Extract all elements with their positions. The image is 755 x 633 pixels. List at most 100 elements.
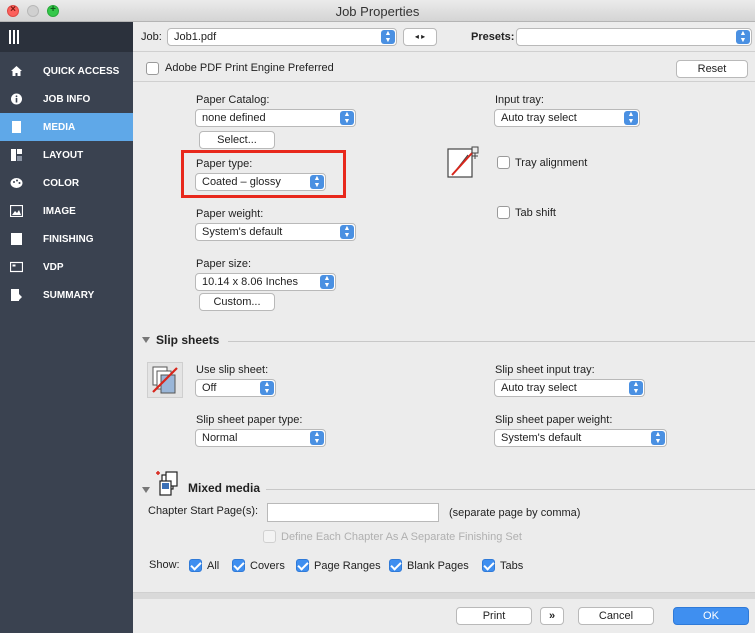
sidebar-header: [0, 22, 133, 52]
input-tray-value: Auto tray select: [501, 112, 577, 124]
paper-catalog-select[interactable]: none defined ▲ ▼: [195, 109, 356, 127]
chevron-updown-icon: ▲ ▼: [260, 381, 274, 395]
sidebar-item-finishing[interactable]: FINISHING: [0, 225, 133, 253]
chevron-updown-icon: ▲ ▼: [310, 431, 324, 445]
sidebar-item-job-info[interactable]: JOB INFO: [0, 85, 133, 113]
job-prev-next-stepper[interactable]: ◂ ▸: [403, 28, 437, 46]
use-slip-sheet-value: Off: [202, 382, 217, 394]
tray-alignment-label: Tray alignment: [515, 157, 588, 169]
mixed-media-header: Mixed media: [188, 481, 261, 495]
show-blank-pages-checkbox[interactable]: [389, 559, 402, 572]
show-covers-label: Covers: [250, 560, 285, 572]
summary-icon: [11, 289, 22, 301]
show-tabs-checkbox[interactable]: [482, 559, 495, 572]
job-value: Job1.pdf: [174, 31, 217, 43]
paper-weight-label: Paper weight:: [196, 208, 264, 220]
chevron-updown-icon: ▲ ▼: [320, 275, 334, 289]
slip-sheet-input-tray-select[interactable]: Auto tray select ▲ ▼: [494, 379, 645, 397]
paper-catalog-value: none defined: [202, 112, 266, 124]
sidebar-item-label: JOB INFO: [43, 94, 91, 105]
define-chapter-checkbox[interactable]: [263, 530, 276, 543]
chevron-updown-icon: ▲ ▼: [624, 111, 638, 125]
chevron-updown-icon: ▲ ▼: [736, 30, 750, 44]
sidebar-item-label: IMAGE: [43, 206, 76, 217]
pdf-engine-checkbox[interactable]: [146, 62, 159, 75]
sidebar-item-label: MEDIA: [43, 122, 76, 133]
input-tray-label: Input tray:: [495, 94, 544, 106]
slip-sheet-paper-weight-select[interactable]: System's default ▲ ▼: [494, 429, 667, 447]
paper-size-label: Paper size:: [196, 258, 252, 270]
slip-sheet-paper-weight-label: Slip sheet paper weight:: [495, 414, 613, 426]
document-icon: [12, 121, 21, 133]
chapter-start-hint: (separate page by comma): [449, 507, 581, 519]
show-tabs-label: Tabs: [500, 560, 524, 572]
slip-sheet-paper-weight-value: System's default: [501, 432, 582, 444]
show-covers-checkbox[interactable]: [232, 559, 245, 572]
paper-weight-value: System's default: [202, 226, 283, 238]
tab-shift-checkbox[interactable]: [497, 206, 510, 219]
show-all-label: All: [207, 560, 220, 572]
chapter-start-input[interactable]: [267, 503, 439, 522]
sidebar-item-label: SUMMARY: [43, 290, 95, 301]
sidebar-item-quick-access[interactable]: QUICK ACCESS: [0, 57, 133, 85]
show-page-ranges-label: Page Ranges: [314, 560, 381, 572]
slip-sheet-input-tray-label: Slip sheet input tray:: [495, 364, 595, 376]
sidebar-item-label: LAYOUT: [43, 150, 84, 161]
use-slip-sheet-select[interactable]: Off ▲ ▼: [195, 379, 276, 397]
sidebar-item-summary[interactable]: SUMMARY: [0, 281, 133, 309]
sidebar-item-media[interactable]: MEDIA: [0, 113, 133, 141]
select-button[interactable]: Select...: [199, 131, 275, 149]
tray-alignment-checkbox[interactable]: [497, 156, 510, 169]
reset-button[interactable]: Reset: [676, 60, 748, 78]
horizontal-scrollbar[interactable]: [133, 593, 755, 599]
home-icon: [11, 66, 22, 76]
palette-icon: [10, 178, 23, 188]
sidebar-item-label: COLOR: [43, 178, 80, 189]
job-bar: Job: Job1.pdf ▲ ▼ ◂ ▸ Presets: ▲ ▼: [133, 22, 755, 52]
info-icon: [11, 93, 22, 105]
custom-button[interactable]: Custom...: [199, 293, 275, 311]
paper-weight-select[interactable]: System's default ▲ ▼: [195, 223, 356, 241]
print-button[interactable]: Print: [456, 607, 532, 625]
paper-size-value: 10.14 x 8.06 Inches: [202, 276, 299, 288]
define-chapter-label: Define Each Chapter As A Separate Finish…: [281, 531, 522, 543]
more-options-button[interactable]: »: [540, 607, 564, 625]
pdf-engine-bar: Adobe PDF Print Engine Preferred Reset: [133, 56, 755, 82]
sidebar-item-layout[interactable]: LAYOUT: [0, 141, 133, 169]
menu-icon[interactable]: [9, 30, 19, 44]
show-page-ranges-checkbox[interactable]: [296, 559, 309, 572]
window-title: Job Properties: [335, 4, 420, 19]
vdp-icon: [10, 261, 23, 273]
collapse-triangle-icon[interactable]: [142, 487, 150, 493]
show-label: Show:: [149, 559, 180, 571]
mixed-media-icon: [156, 471, 178, 496]
show-all-checkbox[interactable]: [189, 559, 202, 572]
sidebar-item-image[interactable]: IMAGE: [0, 197, 133, 225]
sidebar-item-color[interactable]: COLOR: [0, 169, 133, 197]
chevron-updown-icon: ▲ ▼: [340, 225, 354, 239]
section-divider: [266, 489, 755, 490]
collapse-triangle-icon[interactable]: [142, 337, 150, 343]
sidebar: QUICK ACCESS JOB INFO MEDIA LAYOUT COLOR…: [0, 22, 133, 633]
sidebar-item-label: QUICK ACCESS: [43, 66, 120, 77]
title-bar: × + Job Properties: [0, 0, 755, 22]
sidebar-item-vdp[interactable]: VDP: [0, 253, 133, 281]
cancel-button[interactable]: Cancel: [578, 607, 654, 625]
paper-size-select[interactable]: 10.14 x 8.06 Inches ▲ ▼: [195, 273, 336, 291]
slip-sheet-paper-type-value: Normal: [202, 432, 238, 444]
chevron-updown-icon: ▲ ▼: [629, 381, 643, 395]
finishing-icon: [11, 233, 22, 245]
paper-type-highlight: [181, 150, 346, 198]
presets-select[interactable]: ▲ ▼: [516, 28, 752, 46]
job-select[interactable]: Job1.pdf ▲ ▼: [167, 28, 397, 46]
ok-button[interactable]: OK: [673, 607, 749, 625]
input-tray-select[interactable]: Auto tray select ▲ ▼: [494, 109, 640, 127]
show-blank-pages-label: Blank Pages: [407, 560, 469, 572]
dialog-footer: Print » Cancel OK: [133, 592, 755, 633]
job-label: Job:: [141, 31, 162, 43]
chevron-updown-icon: ▲ ▼: [651, 431, 665, 445]
section-divider: [228, 341, 755, 342]
slip-sheet-paper-type-select[interactable]: Normal ▲ ▼: [195, 429, 326, 447]
slip-sheet-icon: [147, 362, 183, 398]
pdf-engine-label: Adobe PDF Print Engine Preferred: [165, 62, 334, 74]
